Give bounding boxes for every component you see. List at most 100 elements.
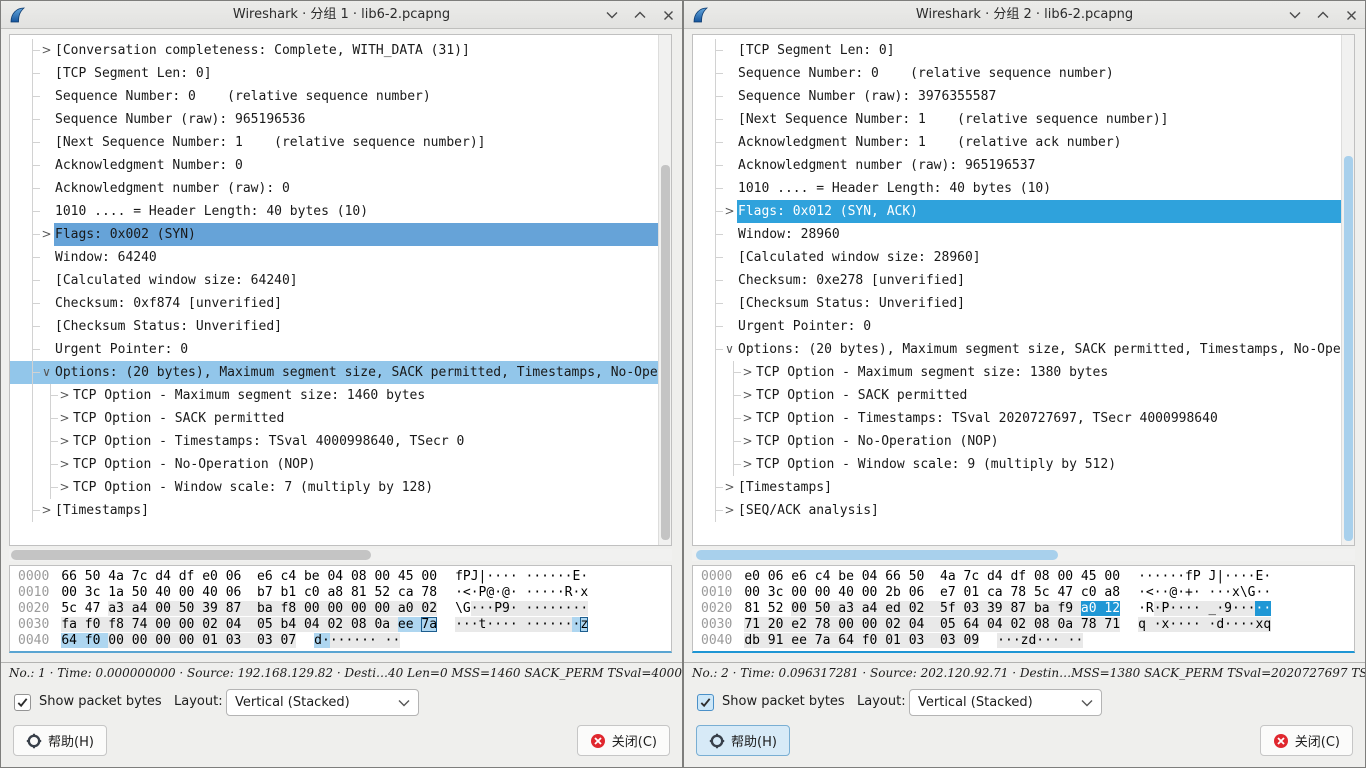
expand-icon[interactable]: > bbox=[39, 39, 54, 62]
expand-icon[interactable]: > bbox=[740, 384, 755, 407]
tree-vertical-scrollbar[interactable] bbox=[658, 35, 671, 545]
tree-row[interactable]: >TCP Option - Window scale: 9 (multiply … bbox=[693, 453, 1341, 476]
hex-byte[interactable]: 39 bbox=[987, 601, 1010, 616]
tree-row[interactable]: Acknowledgment Number: 0 bbox=[10, 154, 658, 177]
hex-byte[interactable]: 06 bbox=[768, 569, 791, 584]
ascii-char[interactable]: · bbox=[330, 633, 338, 648]
ascii-char[interactable]: · bbox=[463, 617, 471, 632]
ascii-char[interactable]: · bbox=[997, 633, 1005, 648]
hex-byte[interactable]: 06 bbox=[909, 585, 940, 600]
hex-byte[interactable]: 04 bbox=[909, 617, 940, 632]
tree-row[interactable]: Acknowledgment number (raw): 965196537 bbox=[693, 154, 1341, 177]
ascii-char[interactable]: · bbox=[353, 633, 361, 648]
hex-byte[interactable]: 87 bbox=[1010, 601, 1033, 616]
tree-row[interactable]: Sequence Number (raw): 965196536 bbox=[10, 108, 658, 131]
hex-byte[interactable]: 3c bbox=[85, 585, 108, 600]
hex-byte[interactable]: 02 bbox=[1010, 617, 1033, 632]
ascii-char[interactable]: · bbox=[1193, 601, 1209, 616]
ascii-char[interactable]: · bbox=[1177, 569, 1185, 584]
hex-byte[interactable]: c0 bbox=[1081, 585, 1104, 600]
hex-byte[interactable]: 5c bbox=[61, 601, 84, 616]
hex-byte[interactable]: 00 bbox=[1104, 569, 1120, 584]
ascii-char[interactable]: · bbox=[1177, 585, 1185, 600]
ascii-char[interactable]: · bbox=[510, 569, 526, 584]
hex-byte[interactable]: 2b bbox=[885, 585, 908, 600]
ascii-char[interactable]: · bbox=[533, 569, 541, 584]
hex-byte[interactable]: 00 bbox=[374, 569, 397, 584]
ascii-char[interactable]: J bbox=[471, 569, 479, 584]
hex-byte[interactable]: 01 bbox=[964, 585, 987, 600]
ascii-char[interactable]: · bbox=[455, 585, 463, 600]
expand-icon[interactable]: > bbox=[722, 476, 737, 499]
hex-row[interactable]: 001000 3c 1a 50 40 00 40 06 b7 b1 c0 a8 … bbox=[18, 585, 671, 601]
hex-byte[interactable]: ee bbox=[398, 617, 421, 632]
hex-byte[interactable]: 01 bbox=[202, 633, 225, 648]
hex-byte[interactable]: 45 bbox=[398, 569, 421, 584]
scrollbar-handle[interactable] bbox=[696, 550, 1058, 560]
hex-row[interactable]: 000066 50 4a 7c d4 df e0 06 e6 c4 be 04 … bbox=[18, 569, 671, 585]
hex-byte[interactable]: e2 bbox=[791, 617, 814, 632]
hex-byte[interactable]: 7c bbox=[132, 569, 155, 584]
ascii-char[interactable]: P bbox=[494, 601, 502, 616]
hex-byte[interactable]: df bbox=[179, 569, 202, 584]
ascii-char[interactable]: · bbox=[471, 617, 479, 632]
hex-byte[interactable]: 00 bbox=[179, 633, 202, 648]
expand-icon[interactable]: > bbox=[740, 407, 755, 430]
ascii-char[interactable]: · bbox=[1154, 601, 1162, 616]
ascii-char[interactable]: | bbox=[1216, 569, 1224, 584]
tree-row[interactable]: Acknowledgment number (raw): 0 bbox=[10, 177, 658, 200]
ascii-char[interactable]: · bbox=[494, 617, 502, 632]
tree-row[interactable]: [Checksum Status: Unverified] bbox=[693, 292, 1341, 315]
hex-byte[interactable]: 00 bbox=[108, 633, 131, 648]
hex-byte[interactable]: 00 bbox=[155, 617, 178, 632]
hex-byte[interactable]: 66 bbox=[885, 569, 908, 584]
hex-byte[interactable]: 7a bbox=[421, 617, 437, 632]
tree-row[interactable]: Window: 28960 bbox=[693, 223, 1341, 246]
tree-row[interactable]: [TCP Segment Len: 0] bbox=[10, 62, 658, 85]
ascii-char[interactable]: @ bbox=[502, 585, 510, 600]
hex-byte[interactable]: ba bbox=[257, 601, 280, 616]
ascii-char[interactable]: · bbox=[1138, 569, 1146, 584]
hex-byte[interactable]: a8 bbox=[327, 585, 350, 600]
ascii-char[interactable]: · bbox=[1138, 585, 1146, 600]
ascii-char[interactable]: · bbox=[510, 601, 526, 616]
expand-icon[interactable]: > bbox=[57, 476, 72, 499]
hex-byte[interactable]: 00 bbox=[351, 601, 374, 616]
tree-vertical-scrollbar[interactable] bbox=[1341, 35, 1354, 545]
hex-row[interactable]: 001000 3c 00 00 40 00 2b 06 e7 01 ca 78 … bbox=[701, 585, 1354, 601]
layout-select[interactable]: Vertical (Stacked) bbox=[226, 689, 419, 716]
hex-byte[interactable]: 00 bbox=[862, 617, 885, 632]
tree-row[interactable]: Sequence Number: 0 (relative sequence nu… bbox=[693, 62, 1341, 85]
ascii-char[interactable]: · bbox=[1240, 569, 1248, 584]
hex-byte[interactable]: 50 bbox=[85, 569, 108, 584]
ascii-char[interactable]: \ bbox=[1240, 585, 1248, 600]
hex-byte[interactable]: 04 bbox=[862, 569, 885, 584]
ascii-char[interactable]: x bbox=[1232, 585, 1240, 600]
hex-byte[interactable]: 47 bbox=[1057, 585, 1080, 600]
ascii-char[interactable]: · bbox=[541, 617, 549, 632]
hex-row[interactable]: 004064 f0 00 00 00 00 01 03 03 07d······… bbox=[18, 633, 671, 649]
hex-byte[interactable]: f8 bbox=[108, 617, 131, 632]
tree-row[interactable]: >TCP Option - Maximum segment size: 1380… bbox=[693, 361, 1341, 384]
show-packet-bytes-label[interactable]: Show packet bytes bbox=[39, 694, 162, 709]
expand-icon[interactable]: > bbox=[722, 200, 737, 223]
hex-byte[interactable]: 0a bbox=[374, 617, 397, 632]
ascii-char[interactable]: · bbox=[392, 633, 400, 648]
hex-byte[interactable]: 91 bbox=[768, 633, 791, 648]
hex-byte[interactable]: 00 bbox=[791, 585, 814, 600]
ascii-char[interactable]: · bbox=[1177, 601, 1185, 616]
ascii-char[interactable]: · bbox=[494, 585, 502, 600]
hex-byte[interactable]: 64 bbox=[838, 633, 861, 648]
hex-byte[interactable]: a8 bbox=[1104, 585, 1120, 600]
hex-byte[interactable]: 03 bbox=[226, 633, 257, 648]
ascii-char[interactable]: d bbox=[1216, 617, 1224, 632]
hex-byte[interactable]: 04 bbox=[987, 617, 1010, 632]
tree-row[interactable]: >[Conversation completeness: Complete, W… bbox=[10, 39, 658, 62]
hex-byte[interactable]: 06 bbox=[226, 585, 257, 600]
hex-byte[interactable]: 20 bbox=[768, 617, 791, 632]
hex-byte[interactable]: 00 bbox=[1057, 569, 1080, 584]
tree-row[interactable]: >TCP Option - Timestamps: TSval 20207276… bbox=[693, 407, 1341, 430]
ascii-char[interactable]: · bbox=[541, 601, 549, 616]
ascii-char[interactable]: x bbox=[580, 585, 588, 600]
ascii-char[interactable]: · bbox=[557, 617, 565, 632]
